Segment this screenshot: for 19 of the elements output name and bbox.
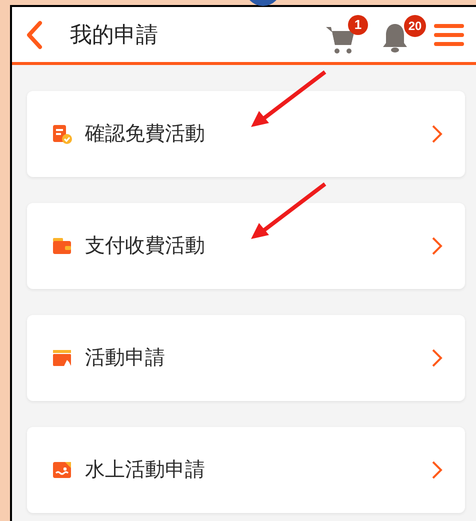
chevron-right-icon (431, 348, 443, 368)
cart-button[interactable]: 1 (324, 14, 368, 54)
card-figure-icon (51, 347, 73, 369)
menu-list-item[interactable]: 確認免費活動 (27, 91, 465, 177)
menu-icon (434, 22, 464, 46)
document-check-icon (51, 123, 73, 145)
back-icon (24, 20, 44, 50)
swimming-icon (51, 459, 73, 481)
menu-list-item[interactable]: 支付收費活動 (27, 203, 465, 289)
chevron-right-icon (431, 236, 443, 256)
menu-list-item[interactable]: 水上活動申請 (27, 427, 465, 513)
chevron-right-icon (431, 124, 443, 144)
cart-count-badge: 1 (348, 14, 368, 34)
notification-count-badge: 20 (404, 14, 426, 36)
page-title: 我的申請 (70, 21, 158, 49)
wallet-icon (51, 235, 73, 257)
menu-list-item[interactable]: 活動申請 (27, 315, 465, 401)
chevron-right-icon (431, 460, 443, 480)
notification-button[interactable]: 20 (380, 14, 426, 54)
